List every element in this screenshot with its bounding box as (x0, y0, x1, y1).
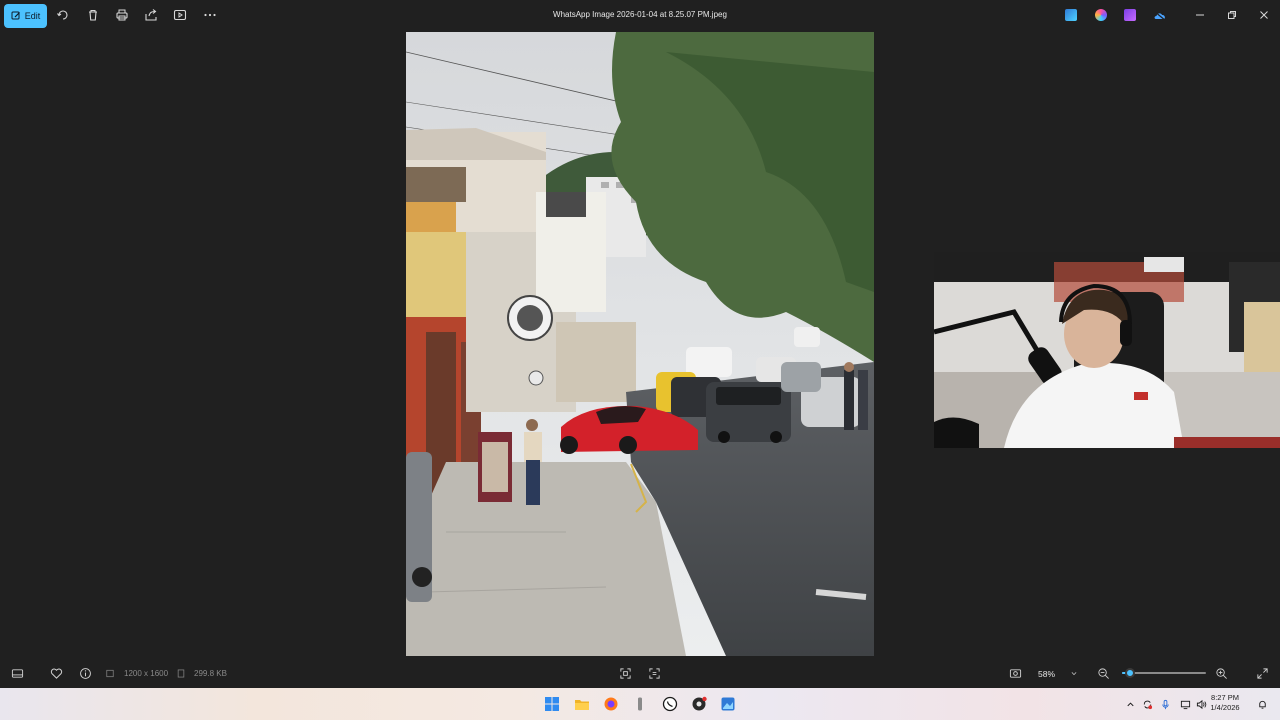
photo-editor-icon[interactable] (1065, 9, 1077, 21)
onedrive-icon[interactable] (1153, 9, 1167, 22)
firefox-icon[interactable] (603, 696, 619, 712)
webcam-feed (934, 252, 1280, 448)
webcam-overlay (934, 252, 1280, 448)
restore-icon[interactable] (1226, 9, 1238, 21)
clock-date: 1/4/2026 (1210, 703, 1240, 712)
file-size: 299.8 KB (194, 669, 227, 678)
whatsapp-icon[interactable] (662, 696, 678, 712)
microphone-icon[interactable] (1159, 698, 1171, 710)
system-clock[interactable]: 8:27 PM 1/4/2026 (1206, 693, 1244, 713)
notifications-icon[interactable] (1256, 698, 1268, 710)
fullscreen-icon[interactable] (1255, 666, 1269, 680)
close-icon[interactable] (1258, 9, 1270, 21)
status-bar: 1200 x 1600 299.8 KB 58% (0, 660, 1280, 686)
zoom-in-icon[interactable] (1214, 666, 1228, 680)
actual-size-icon[interactable] (647, 666, 661, 680)
favorite-icon[interactable] (49, 666, 63, 680)
copilot-icon[interactable] (1095, 9, 1107, 21)
windows-start-icon[interactable] (544, 696, 560, 712)
screenshot-icon[interactable] (1008, 666, 1022, 680)
microphone-app-icon[interactable] (632, 696, 648, 712)
dimensions-icon (105, 666, 115, 680)
window-title: WhatsApp Image 2026-01-04 at 8.25.07 PM.… (553, 10, 727, 19)
filmstrip-icon[interactable] (10, 666, 24, 680)
zoom-out-icon[interactable] (1096, 666, 1110, 680)
fit-to-window-icon[interactable] (618, 666, 632, 680)
title-bar: Edit WhatsApp Image 2026-01-04 at 8.25.0… (0, 0, 1280, 32)
zoom-slider[interactable] (1122, 668, 1206, 678)
file-explorer-icon[interactable] (574, 696, 590, 712)
obs-icon[interactable] (691, 696, 707, 712)
clock-time: 8:27 PM (1211, 693, 1239, 702)
street-photo (406, 32, 874, 656)
chevron-down-icon[interactable] (1069, 666, 1079, 680)
taskbar: 8:27 PM 1/4/2026 (0, 688, 1280, 720)
zoom-level[interactable]: 58% (1038, 669, 1055, 679)
info-icon[interactable] (78, 666, 92, 680)
clipchamp-icon[interactable] (1124, 9, 1136, 21)
file-size-icon (176, 666, 186, 680)
photos-icon[interactable] (720, 696, 736, 712)
sync-icon[interactable] (1141, 698, 1153, 710)
minimize-icon[interactable] (1194, 9, 1206, 21)
chevron-up-icon[interactable] (1124, 698, 1136, 710)
image-dimensions: 1200 x 1600 (124, 669, 169, 678)
image-viewer-canvas[interactable] (406, 32, 874, 656)
network-icon[interactable] (1179, 698, 1191, 710)
